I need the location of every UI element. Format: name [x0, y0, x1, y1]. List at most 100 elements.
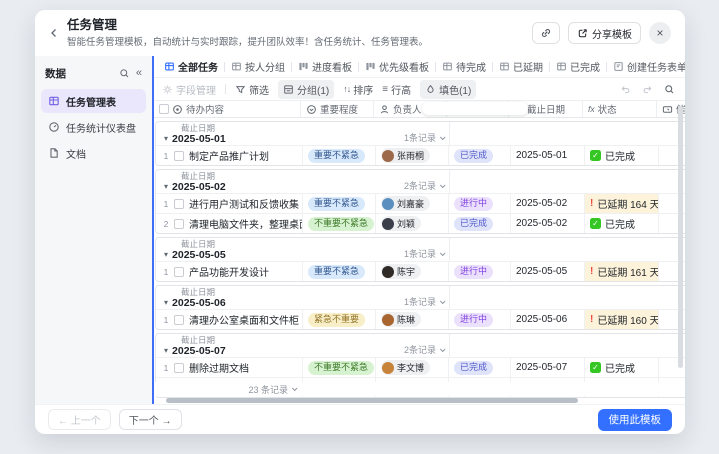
row-checkbox[interactable] [174, 267, 184, 277]
group-record-count[interactable]: 2条记录 [336, 343, 444, 356]
row-checkbox[interactable] [174, 199, 184, 209]
main-area: 全部任务 按人分组 进度看板 优先级看板 [152, 56, 685, 404]
task-title[interactable]: 清理办公室桌面和文件柜 [189, 312, 299, 327]
column-header-priority[interactable]: 重要程度 [301, 101, 374, 117]
due-date[interactable]: 2025-05-01 [516, 150, 567, 161]
search-icon[interactable] [664, 84, 675, 95]
priority-tag[interactable]: 重要不紧急 [308, 197, 365, 211]
use-template-button[interactable]: 使用此模板 [598, 409, 673, 431]
due-date[interactable]: 2025-05-07 [516, 362, 567, 373]
task-title[interactable]: 产品功能开发设计 [189, 264, 269, 279]
tab-done[interactable]: 已完成 [552, 59, 604, 74]
task-title[interactable]: 清理电脑文件夹，整理桌面 [189, 216, 303, 231]
copy-link-button[interactable] [532, 22, 560, 44]
owner-chip[interactable]: 陈琳 [381, 312, 421, 327]
floating-scrollbar[interactable] [422, 102, 528, 115]
collapse-group-icon[interactable]: ▾ [164, 183, 168, 191]
priority-tag[interactable]: 不重要不紧急 [308, 217, 374, 231]
redo-icon[interactable] [642, 84, 653, 95]
record-count[interactable]: 23 条记录 [154, 383, 301, 396]
owner-chip[interactable]: 李文博 [381, 360, 430, 375]
table-row[interactable]: 1清理办公室桌面和文件柜 紧急不重要 陈琳 进行中 2025-05-06 !已延… [156, 309, 685, 329]
group-header[interactable]: 截止日期 ▾ 2025-05-06 1条记录 [156, 286, 685, 309]
group-card: 截止日期 ▾ 2025-05-01 1条记录 1制定产品推广计划 重要不紧急 张… [155, 121, 685, 166]
column-header-status[interactable]: fx 状态 [583, 101, 657, 117]
progress-tag[interactable]: 进行中 [454, 313, 493, 327]
due-date[interactable]: 2025-05-05 [516, 266, 567, 277]
sort-button[interactable]: ↑↓ 排序 [343, 82, 373, 97]
owner-chip[interactable]: 刘颖 [381, 216, 421, 231]
tab-overdue[interactable]: 已延期 [495, 59, 547, 74]
group-header[interactable]: 截止日期 ▾ 2025-05-05 1条记录 [156, 238, 685, 261]
undo-icon[interactable] [620, 84, 631, 95]
group-record-count[interactable]: 2条记录 [336, 179, 444, 192]
progress-tag[interactable]: 已完成 [454, 217, 493, 231]
table-row[interactable]: 1制定产品推广计划 重要不紧急 张雨桐 已完成 2025-05-01 ✓已完成 [156, 145, 685, 165]
sidebar-item-task-table[interactable]: 任务管理表 [41, 89, 146, 113]
row-checkbox[interactable] [174, 219, 184, 229]
collapse-group-icon[interactable]: ▾ [164, 299, 168, 307]
group-header[interactable]: 截止日期 ▾ 2025-05-07 2条记录 [156, 334, 685, 357]
tab-progress-kanban[interactable]: 进度看板 [294, 59, 356, 74]
sidebar-item-dashboard[interactable]: 任务统计仪表盘 [41, 115, 146, 139]
table-row[interactable]: 1删除过期文档 不重要不紧急 李文博 已完成 2025-05-07 ✓已完成 [156, 357, 685, 377]
group-header[interactable]: 截止日期 ▾ 2025-05-02 2条记录 [156, 170, 685, 193]
progress-tag[interactable]: 进行中 [454, 265, 493, 279]
group-record-count[interactable]: 1条记录 [336, 295, 444, 308]
group-record-count[interactable]: 1条记录 [336, 131, 444, 144]
due-date[interactable]: 2025-05-06 [516, 314, 567, 325]
priority-tag[interactable]: 重要不紧急 [308, 149, 365, 163]
task-title[interactable]: 制定产品推广计划 [189, 148, 269, 163]
previous-template-button[interactable]: ← 上一个 [48, 409, 111, 430]
due-date[interactable]: 2025-05-02 [516, 198, 567, 209]
group-card: 截止日期 ▾ 2025-05-05 1条记录 1产品功能开发设计 重要不紧急 陈… [155, 237, 685, 282]
task-title[interactable]: 进行用户测试和反馈收集 [189, 196, 299, 211]
table-row[interactable]: 1进行用户测试和反馈收集 重要不紧急 刘嘉豪 进行中 2025-05-02 !已… [156, 193, 685, 213]
group-button[interactable]: 分组(1) [278, 80, 334, 99]
owner-chip[interactable]: 陈宇 [381, 264, 421, 279]
sidebar-item-document[interactable]: 文档 [41, 141, 146, 165]
owner-chip[interactable]: 张雨桐 [381, 148, 430, 163]
table-row[interactable]: 2清理电脑文件夹，整理桌面 不重要不紧急 刘颖 已完成 2025-05-02 ✓… [156, 213, 685, 233]
tab-by-person[interactable]: 按人分组 [227, 59, 289, 74]
collapse-sidebar-icon[interactable]: « [136, 68, 142, 79]
collapse-group-icon[interactable]: ▾ [164, 135, 168, 143]
row-checkbox[interactable] [174, 363, 184, 373]
status-check-icon: ✓ [590, 150, 601, 161]
kanban-view-icon [298, 61, 309, 72]
task-title[interactable]: 删除过期文档 [189, 360, 249, 375]
close-button[interactable]: × [649, 22, 671, 44]
select-all-checkbox[interactable] [159, 104, 169, 114]
progress-tag[interactable]: 进行中 [454, 197, 493, 211]
share-template-button[interactable]: 分享模板 [568, 22, 641, 44]
progress-tag[interactable]: 已完成 [454, 361, 493, 375]
owner-chip[interactable]: 刘嘉豪 [381, 196, 430, 211]
progress-tag[interactable]: 已完成 [454, 149, 493, 163]
row-checkbox[interactable] [174, 315, 184, 325]
priority-tag[interactable]: 重要不紧急 [308, 265, 365, 279]
collapse-group-icon[interactable]: ▾ [164, 251, 168, 259]
collapse-group-icon[interactable]: ▾ [164, 347, 168, 355]
search-icon[interactable] [119, 68, 130, 79]
group-record-count[interactable]: 1条记录 [336, 247, 444, 260]
next-template-button[interactable]: 下一个 → [119, 409, 182, 430]
tab-priority-kanban[interactable]: 优先级看板 [361, 59, 433, 74]
priority-tag[interactable]: 紧急不重要 [308, 313, 365, 327]
tab-create-task-form[interactable]: 创建任务表单 [609, 59, 685, 74]
vertical-scrollbar[interactable] [678, 106, 683, 368]
table-row[interactable]: 1产品功能开发设计 重要不紧急 陈宇 进行中 2025-05-05 !已延期 1… [156, 261, 685, 281]
row-checkbox[interactable] [174, 151, 184, 161]
back-icon[interactable] [49, 27, 59, 39]
field-manage-button[interactable]: 字段管理 [162, 82, 216, 97]
column-header-task[interactable]: 待办内容 [154, 101, 301, 117]
tab-all-tasks[interactable]: 全部任务 [160, 59, 222, 74]
priority-tag[interactable]: 不重要不紧急 [308, 361, 374, 375]
tab-todo[interactable]: 待完成 [438, 59, 490, 74]
fill-color-button[interactable]: 填色(1) [420, 80, 476, 99]
due-date[interactable]: 2025-05-02 [516, 218, 567, 229]
filter-button[interactable]: 筛选 [235, 82, 269, 97]
row-height-button[interactable]: ≡ 行高 [382, 82, 411, 97]
share-icon [577, 28, 588, 39]
group-header[interactable]: 截止日期 ▾ 2025-05-01 1条记录 [156, 122, 685, 145]
horizontal-scrollbar[interactable] [166, 398, 578, 403]
